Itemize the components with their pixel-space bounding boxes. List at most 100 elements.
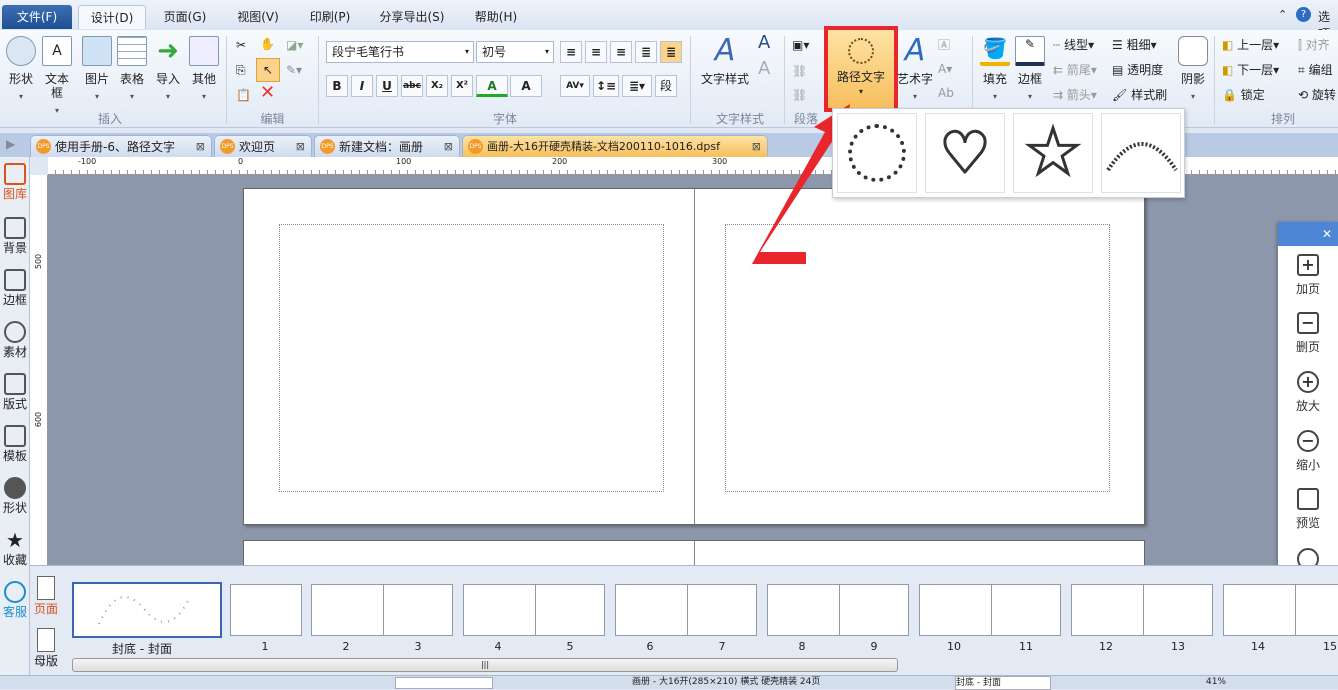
table-button[interactable]: 表格 ▾ — [115, 36, 149, 101]
cut-icon[interactable]: ✂ — [236, 36, 246, 54]
sidebar-item-support[interactable]: 客服 — [0, 581, 30, 620]
expand-panel-icon[interactable]: ▶ — [6, 137, 15, 151]
line-spacing-icon[interactable]: ↕≡ — [593, 75, 619, 97]
add-page-button[interactable]: + 加页 — [1278, 254, 1338, 297]
underline-button[interactable]: U — [376, 75, 398, 97]
align-left-icon[interactable]: ≡ — [560, 41, 582, 63]
zoom-out-button[interactable]: − 缩小 — [1278, 430, 1338, 473]
sidebar-item-layout[interactable]: 版式 — [0, 373, 30, 412]
doc-tab[interactable]: DPS 使用手册-6、路径文字 ⊠ — [30, 135, 212, 157]
thumbnail-spread[interactable] — [1071, 584, 1213, 636]
thumbnail-spread[interactable] — [1223, 584, 1338, 636]
unlink-icon[interactable]: ⛓ — [792, 86, 807, 104]
align-right-icon[interactable]: ≡ — [610, 41, 632, 63]
delete-icon[interactable]: ✕ — [260, 84, 275, 102]
thumbnail-spread[interactable] — [767, 584, 909, 636]
font-a-icon[interactable]: A — [758, 34, 770, 52]
collapse-ribbon-icon[interactable]: ⌃ — [1278, 8, 1287, 21]
master-tab[interactable]: 母版 — [30, 628, 62, 669]
hand-icon[interactable]: ✋ — [260, 35, 275, 53]
menu-page[interactable]: 页面(G) — [155, 5, 215, 29]
close-icon[interactable]: ⊠ — [196, 136, 205, 158]
font-outline-icon[interactable]: A — [758, 60, 770, 78]
shape-button[interactable]: 形状 ▾ — [4, 36, 38, 101]
shadow-button[interactable]: 阴影 ▾ — [1176, 36, 1210, 101]
sidebar-item-border[interactable]: 边框 — [0, 269, 30, 308]
close-icon[interactable]: ⊠ — [752, 136, 761, 158]
art-text-button[interactable]: A 艺术字 ▾ — [895, 36, 935, 102]
close-icon[interactable]: ⊠ — [444, 136, 453, 158]
picture-button[interactable]: 图片 ▾ — [80, 36, 114, 101]
thumbnail-spread[interactable] — [615, 584, 757, 636]
abc-icon[interactable]: 🄰 — [938, 36, 950, 54]
help-icon[interactable]: ? — [1296, 7, 1311, 22]
text-direction-icon[interactable]: Ab — [938, 84, 954, 102]
path-heart-option[interactable]: ♥ — [925, 113, 1005, 193]
text-effect-icon[interactable]: A▾ — [938, 60, 952, 78]
justify-icon[interactable]: ≣ — [635, 41, 657, 63]
char-spacing-icon[interactable]: AV▾ — [560, 75, 590, 97]
border-button[interactable]: ✎ 边框 ▾ — [1013, 36, 1047, 101]
list-icon[interactable]: ≣▾ — [622, 75, 652, 97]
format-painter-button[interactable]: 🖌 样式刷 — [1112, 86, 1167, 104]
rotate-button[interactable]: ⟲ 旋转 — [1298, 86, 1336, 104]
select-pointer-icon[interactable]: ↖ — [256, 58, 280, 82]
sidebar-item-material[interactable]: 素材 — [0, 321, 30, 360]
menu-view[interactable]: 视图(V) — [228, 5, 288, 29]
subscript-button[interactable]: X₂ — [426, 75, 448, 97]
pages-tab[interactable]: 页面 — [30, 576, 62, 617]
import-button[interactable]: ➜ 导入 ▾ — [151, 36, 185, 101]
crop-icon[interactable]: ◪▾ — [286, 36, 303, 54]
bring-forward-button[interactable]: ◧ 上一层▾ — [1222, 36, 1279, 54]
italic-button[interactable]: I — [351, 75, 373, 97]
sidebar-item-template[interactable]: 模板 — [0, 425, 30, 464]
align-button[interactable]: ⫿ 对齐 — [1298, 36, 1330, 54]
thumbnail-spread[interactable] — [919, 584, 1061, 636]
doc-tab[interactable]: DPS 新建文档：画册 ⊠ — [314, 135, 460, 157]
path-arc-option[interactable] — [1101, 113, 1181, 193]
other-button[interactable]: 其他 ▾ — [187, 36, 221, 101]
zoom-in-button[interactable]: + 放大 — [1278, 371, 1338, 414]
send-backward-button[interactable]: ◧ 下一层▾ — [1222, 61, 1279, 79]
pen-icon[interactable]: ✎▾ — [286, 61, 302, 79]
thumbnail-cover[interactable] — [72, 582, 222, 638]
thickness-button[interactable]: ☰ 粗细▾ — [1112, 36, 1157, 54]
sidebar-item-gallery[interactable]: 图库 — [0, 163, 30, 202]
close-panel-icon[interactable]: ✕ — [1278, 222, 1338, 246]
distribute-icon[interactable]: ≣ — [660, 41, 682, 63]
page-spread[interactable] — [243, 188, 1145, 525]
link-icon[interactable]: ⛓ — [792, 62, 807, 80]
thumbnail-spread[interactable] — [463, 584, 605, 636]
sidebar-item-shape[interactable]: 形状 — [0, 477, 30, 516]
doc-tab-active[interactable]: DPS 画册-大16开硬壳精装-文档200110-1016.dpsf ⊠ — [462, 135, 768, 157]
group-button[interactable]: ⌗ 编组 — [1298, 61, 1333, 79]
font-size-select[interactable]: 初号 ▾ — [476, 41, 554, 63]
line-type-button[interactable]: ┄ 线型▾ — [1053, 36, 1094, 54]
textbox-button[interactable]: A 文本框 ▾ — [40, 36, 74, 115]
lock-button[interactable]: 🔒 锁定 — [1222, 86, 1265, 104]
canvas[interactable] — [48, 175, 1338, 581]
doc-tab[interactable]: DPS 欢迎页 ⊠ — [214, 135, 312, 157]
copy-icon[interactable]: ⎘ — [236, 61, 246, 79]
font-color-button[interactable]: A — [476, 75, 508, 97]
menu-print[interactable]: 印刷(P) — [300, 5, 360, 29]
sidebar-item-favorites[interactable]: ★ 收藏 — [0, 529, 30, 568]
align-center-icon[interactable]: ≡ — [585, 41, 607, 63]
fill-button[interactable]: 🪣 填充 ▾ — [978, 36, 1012, 101]
font-name-select[interactable]: 段宁毛笔行书 ▾ — [326, 41, 474, 63]
strikethrough-button[interactable]: abc — [401, 75, 423, 97]
arrow-tail-button[interactable]: ⇇ 箭尾▾ — [1053, 61, 1097, 79]
paste-icon[interactable]: 📋 — [236, 86, 251, 104]
path-text-button[interactable]: 路径文字 ▾ — [824, 26, 898, 112]
thumbnail-spread[interactable] — [311, 584, 453, 636]
bold-button[interactable]: B — [326, 75, 348, 97]
transparency-button[interactable]: ▤ 透明度 — [1112, 61, 1163, 79]
path-circle-option[interactable] — [837, 113, 917, 193]
menu-file[interactable]: 文件(F) — [2, 5, 72, 29]
paragraph-button[interactable]: 段 — [655, 75, 677, 97]
preview-button[interactable]: 预览 — [1278, 488, 1338, 531]
path-star-option[interactable]: ★ — [1013, 113, 1093, 193]
thumbnail-spread[interactable] — [230, 584, 302, 636]
text-style-button[interactable]: A 文字样式 — [700, 36, 750, 87]
image-frame-icon[interactable]: ▣▾ — [792, 36, 809, 54]
